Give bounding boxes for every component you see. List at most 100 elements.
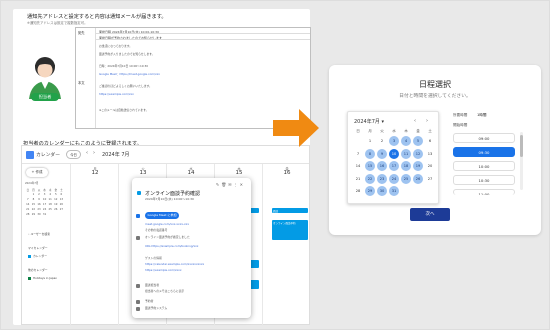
other-calendars-heading[interactable]: 他のカレンダー	[28, 268, 48, 272]
mail-body-line: ご確認のほどよろしくお願いいたします。	[99, 84, 152, 88]
date-cell-selected[interactable]: 10	[389, 148, 399, 159]
representative-label: 担当者	[31, 93, 59, 101]
people-icon	[136, 284, 140, 288]
date-cell[interactable]: 9	[377, 148, 387, 159]
start-time-label: 開始時間	[453, 123, 468, 127]
date-cell[interactable]: 4	[401, 136, 411, 146]
date-cell: 1	[368, 139, 372, 143]
time-slot-selected[interactable]: 09:30	[453, 147, 515, 157]
calendar-event[interactable]: 面談	[272, 208, 308, 213]
date-cell[interactable]: 16	[377, 161, 387, 171]
date-cell[interactable]: 3	[389, 136, 399, 146]
date-cell[interactable]: 8	[365, 148, 375, 159]
date-cell[interactable]: 17	[389, 161, 399, 171]
notification-note: ※通知先アドレスは設定で複数指定可。	[27, 21, 88, 25]
next-month-icon[interactable]: ›	[426, 118, 428, 124]
date-cell[interactable]: 30	[377, 186, 387, 196]
description-link[interactable]: https://calendar.example.com/xxxxxxxxxx	[145, 262, 204, 266]
calendar-item[interactable]: Holidays in Japan	[28, 276, 57, 280]
description-link[interactable]: https://example.com/xxxx	[145, 268, 182, 272]
date-cell: 28	[355, 189, 361, 193]
next-week-icon[interactable]: ›	[93, 150, 95, 156]
popup-toolbar: ✎🗑✉⋮✕	[216, 182, 245, 187]
time-slot[interactable]: 10:00	[453, 161, 515, 171]
weekday-label: 土	[428, 129, 432, 133]
create-button[interactable]: + 作成	[26, 168, 48, 177]
weekday-label: 水	[392, 129, 396, 133]
date-cell[interactable]: 18	[401, 161, 411, 171]
date-cell[interactable]: 25	[401, 173, 411, 184]
prev-month-icon[interactable]: ‹	[414, 118, 416, 124]
date-cell[interactable]: 24	[389, 173, 399, 184]
date-cell[interactable]: 23	[377, 173, 387, 184]
picker-month[interactable]: 2024年7月 ▾	[354, 118, 384, 125]
today-button[interactable]: 今日	[66, 150, 81, 159]
duration-value: 1時間	[477, 113, 487, 117]
mail-body-link[interactable]: Google Meet：https://meet.google.com/xxx	[99, 72, 160, 76]
day-number: 12	[91, 170, 99, 176]
date-cell: 2	[380, 139, 384, 143]
next-button[interactable]: 次へ	[410, 208, 450, 221]
day-number: 14	[187, 170, 195, 176]
calendar-owner: 面談予約システム	[145, 306, 168, 310]
calendar-sidebar: + 作成 2024年7月 日月火水木金土 123456 7 8 9 10 11 12 13 …	[22, 164, 70, 326]
search-users-field[interactable]: ⌕ ユーザーを検索	[28, 232, 50, 236]
event-description: オンライン面談予約が確定しました	[145, 235, 190, 239]
date-cell: 7	[356, 151, 360, 156]
weekday-label: 火	[380, 129, 384, 133]
guest-info-heading: ゲストの情報	[145, 256, 162, 260]
close-icon[interactable]: ✕	[240, 182, 245, 187]
date-cell[interactable]: 19	[413, 161, 423, 171]
date-cell[interactable]: 11	[401, 148, 411, 159]
join-meet-button[interactable]: Google Meet に参加	[145, 212, 179, 219]
phone-numbers-link[interactable]: その他の電話番号	[145, 228, 167, 232]
calendar-item[interactable]: カレンダー	[28, 254, 47, 258]
date-cell: 21	[355, 176, 361, 181]
host-note: 担当者へのメモはこちらに表示	[145, 289, 185, 293]
host-label: 面談担当者	[145, 283, 159, 287]
weekday-label: 金	[416, 129, 420, 133]
date-cell[interactable]: 5	[413, 136, 423, 146]
time-slot[interactable]: 11:00	[453, 189, 515, 195]
prev-week-icon[interactable]: ‹	[86, 150, 88, 156]
my-calendars-heading[interactable]: マイカレンダー	[28, 246, 48, 250]
booking-panel: 日程選択 日付と時間を選択してください。 2024年7月 ▾ ‹ › 日 月 火 水 木…	[329, 65, 541, 235]
description-icon	[136, 236, 140, 240]
date-cell[interactable]: 29	[365, 186, 375, 196]
date-cell[interactable]: 12	[413, 148, 423, 159]
mini-calendar: 2024年7月 日月火水木金土 123456 7 8 9 10 11 12 13 14 15 1…	[25, 181, 64, 217]
mail-body-line: 面談予約が入りましたのでお知らせします。	[99, 52, 155, 56]
mail-body-link[interactable]: https://example.com/xxx	[99, 92, 134, 96]
time-slot[interactable]: 10:30	[453, 175, 515, 185]
slots-scrollbar[interactable]	[520, 132, 523, 190]
event-title: オンライン面談予約確認	[145, 191, 201, 197]
date-cell: 27	[427, 176, 433, 181]
date-cell: 6	[428, 139, 432, 143]
calendar-event[interactable]: オンライン面談予約	[272, 220, 308, 240]
mini-calendar-grid: 日月火水木金土 123456 7 8 9 10 11 12 13 14 15 16 17 18 19 2…	[26, 188, 64, 217]
weekday-label: 日	[356, 129, 360, 133]
weekday-label: 月	[368, 129, 372, 133]
day-column[interactable]: 月 12	[70, 164, 118, 326]
day-number: 16	[283, 170, 291, 176]
date-cell[interactable]: 26	[413, 173, 423, 184]
mail-body-label: 本文	[76, 40, 96, 128]
event-details-popup: ✎🗑✉⋮✕ オンライン面談予約確認 2024年7月10日(水) 10:00〜10…	[132, 178, 251, 318]
date-picker: 2024年7月 ▾ ‹ › 日月火水木金土 1 2 3 4 5 6 7 8 9 10 11 12 13 14…	[347, 111, 439, 204]
day-number: 13	[139, 170, 147, 176]
date-cell[interactable]: 22	[365, 173, 375, 184]
day-column[interactable]: 金 16	[262, 164, 311, 326]
date-cell[interactable]: 31	[389, 186, 399, 196]
reminder-label: 予約者	[145, 299, 154, 303]
calendar-month: 2024年 7月	[102, 152, 130, 158]
description-link[interactable]: URL:https://example.com/booking/xxx	[145, 244, 198, 248]
mail-body-line: 日時：2024年7月10日 10:00〜10:30	[99, 64, 149, 68]
meet-link[interactable]: meet.google.com/xxx-xxxx-xxx	[145, 222, 189, 226]
event-datetime: 2024年7月10日(水) 10:00〜10:30	[145, 197, 194, 201]
calendar-icon	[136, 307, 140, 311]
date-cell[interactable]: 15	[365, 161, 375, 171]
notification-instruction: 通知先アドレスと設定すると内容は通知メールが届きます。	[27, 14, 167, 20]
booking-subtitle: 日付と時間を選択してください。	[399, 94, 471, 99]
calendar-app-name: カレンダー	[36, 153, 60, 158]
time-slot[interactable]: 09:00	[453, 133, 515, 143]
